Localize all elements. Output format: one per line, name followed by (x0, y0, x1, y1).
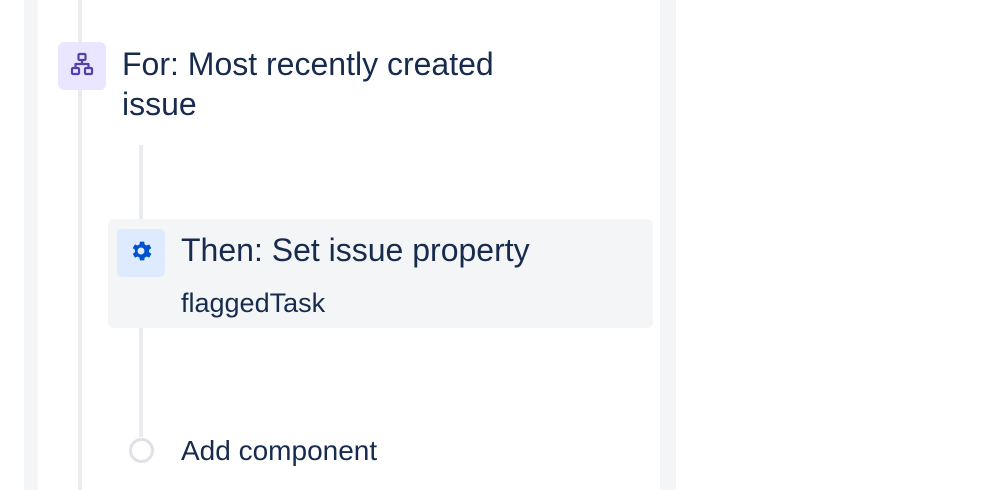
empty-circle-icon[interactable] (129, 438, 154, 463)
rule-editor-canvas: For: Most recently created issue Then: S… (0, 0, 999, 490)
right-panel-border (660, 0, 676, 490)
gear-icon (128, 238, 154, 269)
action-icon-badge[interactable] (117, 229, 165, 277)
left-panel-border (24, 0, 38, 490)
add-component-button[interactable]: Add component (181, 433, 377, 469)
branch-title[interactable]: For: Most recently created issue (122, 44, 522, 124)
action-subtitle: flaggedTask (181, 288, 326, 318)
action-title: Then: Set issue property (181, 232, 530, 268)
branch-icon-badge[interactable] (58, 42, 106, 90)
branch-hierarchy-icon (70, 52, 94, 81)
